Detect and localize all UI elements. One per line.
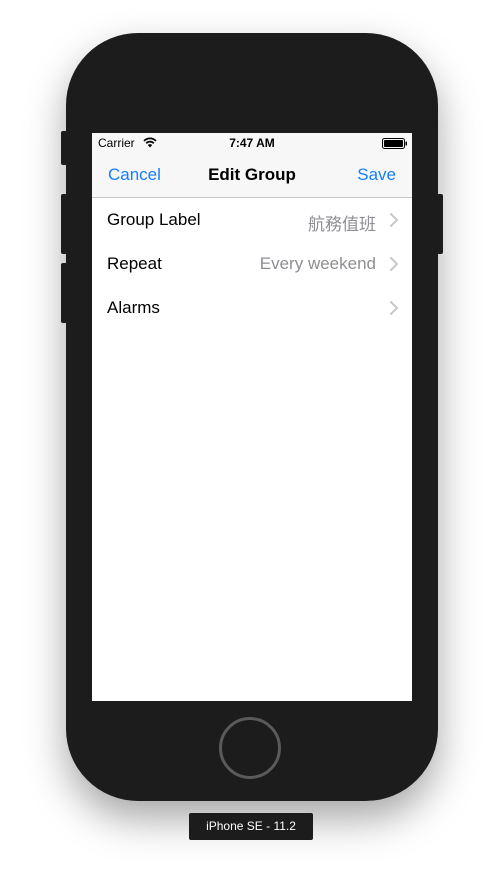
save-button[interactable]: Save [357,165,396,185]
chevron-right-icon [390,257,398,271]
battery-icon [382,138,407,149]
device-screen: Carrier 7:47 AM Cancel Edit Group Save G… [92,133,412,701]
chevron-right-icon [390,301,398,315]
row-value: Every weekend [259,254,376,273]
row-alarms[interactable]: Alarms [92,286,412,330]
row-group-label[interactable]: Group Label 航務值班 [92,198,412,242]
settings-list: Group Label 航務值班 Repeat Every weekend Al… [92,198,412,330]
row-repeat[interactable]: Repeat Every weekend [92,242,412,286]
navigation-bar: Cancel Edit Group Save [92,153,412,198]
status-time: 7:47 AM [229,136,275,150]
row-label: Repeat [107,254,162,273]
status-bar: Carrier 7:47 AM [92,133,412,153]
row-value: 航務值班 [308,215,376,234]
simulator-stage: Carrier 7:47 AM Cancel Edit Group Save G… [0,0,504,882]
row-label: Group Label [107,210,201,229]
chevron-right-icon [390,213,398,227]
row-label: Alarms [107,298,160,317]
home-button[interactable] [219,717,281,779]
device-label: iPhone SE - 11.2 [189,813,313,840]
